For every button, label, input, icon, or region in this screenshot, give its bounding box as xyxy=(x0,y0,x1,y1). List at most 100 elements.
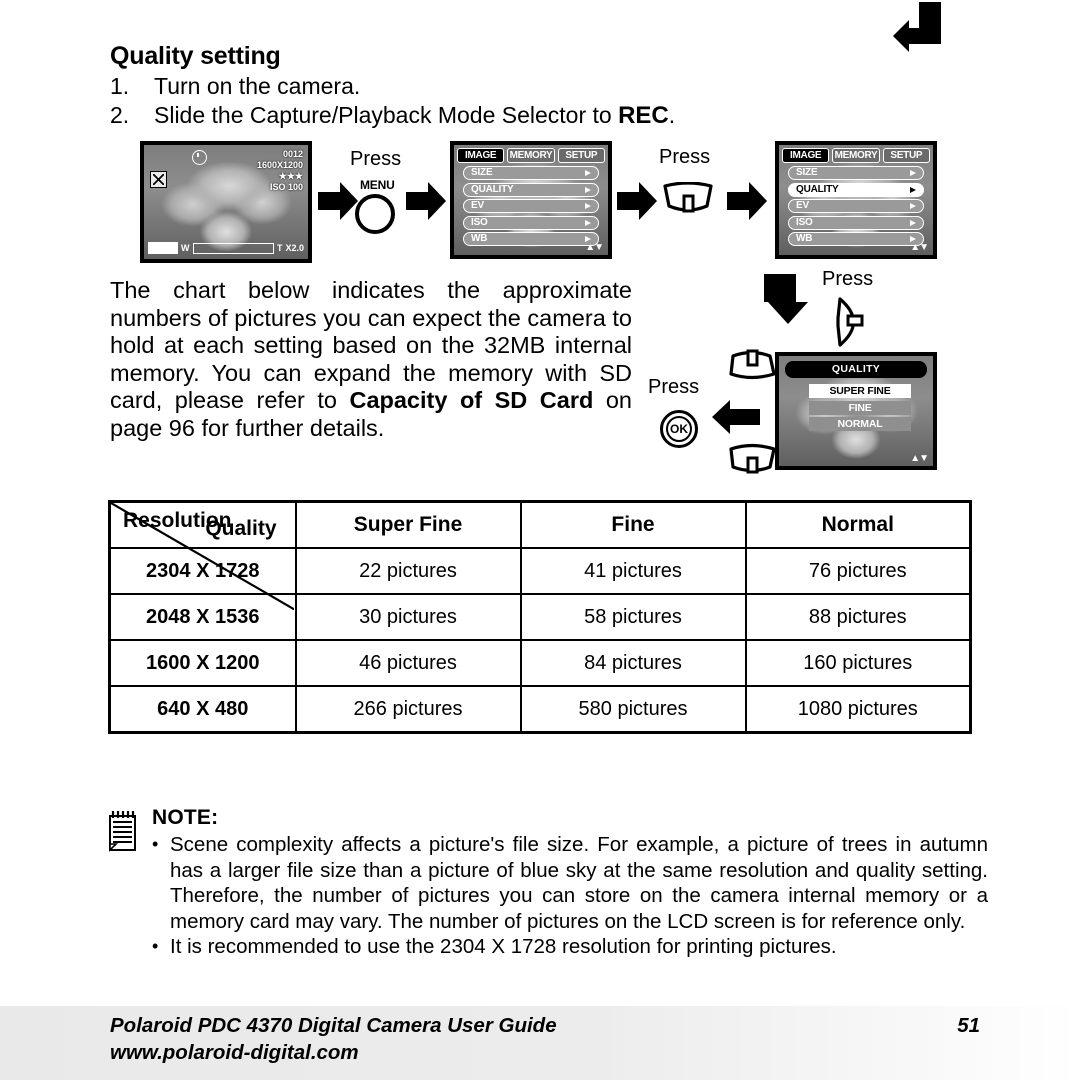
quality-option-normal[interactable]: NORMAL xyxy=(809,417,911,431)
cell-value: 46 pictures xyxy=(294,639,522,687)
note-item-text: Scene complexity affects a picture's fil… xyxy=(170,833,988,933)
resolution-indicator: 1600X1200 xyxy=(256,160,303,170)
list-item: • It is recommended to use the 2304 X 17… xyxy=(152,934,988,960)
menu-item-ev[interactable]: EV xyxy=(788,199,924,213)
flow-arrow-left-icon xyxy=(712,400,760,434)
menu-item-wb[interactable]: WB xyxy=(788,232,924,246)
table-row: 640 X 480 266 pictures 580 pictures 1080… xyxy=(108,685,972,734)
flow-arrow-right-icon xyxy=(727,182,767,220)
bullet-icon: • xyxy=(152,936,159,956)
tab-image[interactable]: IMAGE xyxy=(457,148,505,163)
self-timer-icon xyxy=(192,150,207,165)
menu-item-list: SIZE QUALITY EV ISO WB xyxy=(463,166,599,246)
step-number: 2. xyxy=(110,102,130,128)
cell-value: 580 pictures xyxy=(519,685,747,734)
page-number: 51 xyxy=(957,1014,980,1037)
step-text-part1: Slide the Capture/Playback Mode Selector… xyxy=(154,102,619,128)
footer-title: Polaroid PDC 4370 Digital Camera User Gu… xyxy=(110,1014,557,1037)
menu-item-wb[interactable]: WB xyxy=(463,232,599,246)
menu-item-quality[interactable]: QUALITY xyxy=(463,182,599,197)
dpad-down-button[interactable] xyxy=(727,443,777,475)
step-number: 1. xyxy=(110,73,130,99)
cell-value: 266 pictures xyxy=(294,685,522,734)
menu-background-photo xyxy=(454,145,608,255)
cell-value: 160 pictures xyxy=(744,639,972,687)
menu-tabs: IMAGE MEMORY SETUP xyxy=(782,148,930,163)
step-text-emphasis: REC xyxy=(618,102,669,129)
menu-item-iso[interactable]: ISO xyxy=(788,215,924,230)
note-item-text: It is recommended to use the 2304 X 1728… xyxy=(170,935,837,958)
steps-list: 1. Turn on the camera. 2. Slide the Capt… xyxy=(110,72,890,130)
quality-option-fine[interactable]: FINE xyxy=(809,400,911,415)
table-header-row: Quality Resolution Super Fine Fine Norma… xyxy=(108,500,972,549)
ok-button[interactable]: OK xyxy=(660,410,698,448)
flow-arrow-right-icon xyxy=(617,182,657,220)
cell-resolution: 640 X 480 xyxy=(108,685,297,734)
menu-item-size[interactable]: SIZE xyxy=(463,166,599,180)
menu-background-photo xyxy=(779,145,933,255)
list-item: 2. Slide the Capture/Playback Mode Selec… xyxy=(110,101,890,130)
press-label: Press xyxy=(659,146,711,168)
tab-image[interactable]: IMAGE xyxy=(782,148,830,163)
tab-setup[interactable]: SETUP xyxy=(882,148,930,163)
shot-counter: 0012 xyxy=(282,149,303,159)
menu-item-ev[interactable]: EV xyxy=(463,199,599,213)
step-text-part2: . xyxy=(668,102,676,128)
menu-item-iso[interactable]: ISO xyxy=(463,215,599,230)
paragraph-reference: Capacity of SD Card xyxy=(349,387,594,413)
cell-value: 58 pictures xyxy=(519,593,747,641)
dpad-down-button[interactable] xyxy=(662,182,714,216)
cell-value: 41 pictures xyxy=(519,547,747,595)
quality-option-super-fine[interactable]: SUPER FINE xyxy=(809,384,911,398)
bullet-icon: • xyxy=(152,834,159,854)
press-label: Press xyxy=(350,148,402,170)
step-text: Slide the Capture/Playback Mode Selector… xyxy=(154,101,675,130)
press-label: Press xyxy=(648,376,700,398)
menu-item-size[interactable]: SIZE xyxy=(788,166,924,180)
menu-background-photo xyxy=(779,356,933,466)
notepad-icon xyxy=(109,811,136,852)
zoom-wide-label: W xyxy=(181,243,190,253)
cell-value: 76 pictures xyxy=(744,547,972,595)
battery-icon xyxy=(148,242,178,254)
step-text: Turn on the camera. xyxy=(154,73,361,99)
column-header-fine: Fine xyxy=(519,500,747,549)
quality-submenu-screen: QUALITY SUPER FINE FINE NORMAL ▲▼ xyxy=(775,352,937,470)
quality-screen-title: QUALITY xyxy=(785,361,927,378)
iso-indicator: ISO 100 xyxy=(269,182,303,192)
tab-memory[interactable]: MEMORY xyxy=(507,148,555,163)
column-header-normal: Normal xyxy=(744,500,972,549)
menu-item-quality[interactable]: QUALITY xyxy=(788,182,924,197)
capacity-table: Quality Resolution Super Fine Fine Norma… xyxy=(108,500,972,734)
zoom-tele-label: T xyxy=(276,243,283,253)
zoom-bar xyxy=(192,242,274,254)
footer-url: www.polaroid-digital.com xyxy=(110,1041,359,1064)
menu-screen-quality-selected: IMAGE MEMORY SETUP SIZE QUALITY EV ISO W… xyxy=(775,141,937,259)
cell-value: 30 pictures xyxy=(294,593,522,641)
tab-setup[interactable]: SETUP xyxy=(557,148,605,163)
page-footer: Polaroid PDC 4370 Digital Camera User Gu… xyxy=(110,1012,980,1066)
scroll-caret-icon: ▲▼ xyxy=(910,242,929,253)
scroll-caret-icon: ▲▼ xyxy=(910,453,929,464)
press-label: Press xyxy=(822,268,874,290)
page-title: Quality setting xyxy=(110,42,281,70)
flow-arrow-elbow-down-left-icon xyxy=(893,2,941,52)
manual-page: Quality setting 1. Turn on the camera. 2… xyxy=(0,0,1080,1080)
cell-resolution: 1600 X 1200 xyxy=(108,639,297,687)
menu-tabs: IMAGE MEMORY SETUP xyxy=(457,148,605,163)
tab-memory[interactable]: MEMORY xyxy=(832,148,880,163)
cell-value: 22 pictures xyxy=(294,547,522,595)
ok-button-label: OK xyxy=(670,422,688,436)
menu-button[interactable] xyxy=(355,194,395,234)
dpad-up-button[interactable] xyxy=(727,348,777,380)
quality-stars-indicator: ★★★ xyxy=(278,171,303,181)
table-corner-header: Quality Resolution xyxy=(108,500,297,549)
dpad-right-button[interactable] xyxy=(835,296,869,348)
flow-arrow-right-icon xyxy=(406,182,446,220)
list-item: 1. Turn on the camera. xyxy=(110,72,890,101)
menu-screen-image-tab: IMAGE MEMORY SETUP SIZE QUALITY EV ISO W… xyxy=(450,141,612,259)
menu-item-list: SIZE QUALITY EV ISO WB xyxy=(788,166,924,246)
corner-label-resolution: Resolution xyxy=(123,509,232,532)
note-list: • Scene complexity affects a picture's f… xyxy=(152,832,988,960)
preview-photo xyxy=(144,145,308,259)
